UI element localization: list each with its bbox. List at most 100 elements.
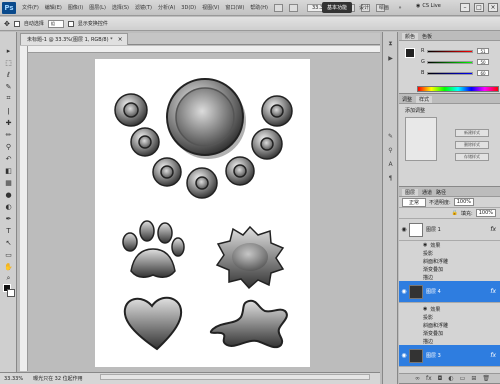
move-tool-icon[interactable]: ✥ [4,20,10,28]
bridge-icon[interactable] [273,3,283,12]
zoom-status[interactable]: 33.33% [4,376,23,382]
background-color-swatch[interactable] [7,289,15,297]
marquee-tool-icon[interactable]: ⬚ [3,58,14,67]
eyedropper-tool-icon[interactable]: ǀ [3,106,14,115]
tab-layers[interactable]: 图层 [402,188,419,196]
blue-value[interactable]: 60 [477,70,489,76]
shape-tool-icon[interactable]: ▭ [3,250,14,259]
red-value[interactable]: 51 [477,48,489,54]
tab-paths[interactable]: 路径 [436,189,446,196]
blue-slider[interactable] [427,71,473,75]
tab-channels[interactable]: 通道 [422,189,432,196]
fx-icon[interactable]: fx [490,352,496,359]
effect-item[interactable]: 斜面和浮雕 [423,257,448,265]
color-panel-foreground-swatch[interactable] [405,48,415,58]
close-document-icon[interactable]: × [118,36,123,43]
visibility-eye-icon[interactable]: ◉ [399,226,409,233]
effect-item[interactable]: 渐变叠加 [423,265,443,273]
zoom-tool-icon[interactable]: ⌕ [3,274,14,283]
document-canvas[interactable] [95,59,310,367]
layer-row-3[interactable]: ◉ 图层 3 fx [399,345,500,367]
blend-mode-select[interactable]: 正常 [402,197,427,207]
paragraph-panel-icon[interactable]: ¶ [386,174,395,182]
tab-color[interactable]: 颜色 [402,32,419,40]
lock-icons[interactable]: 🔒 [452,210,458,216]
menu-item-7[interactable]: 3D(D) [181,5,196,11]
lasso-tool-icon[interactable]: ℓ [3,70,14,79]
delete-layer-icon[interactable]: 🗑 [482,375,490,382]
green-value[interactable]: 50 [477,59,489,65]
minibridge-icon[interactable] [288,3,298,12]
menu-item-1[interactable]: 编辑(E) [45,4,62,11]
path-select-icon[interactable]: ↖ [3,238,14,247]
close-icon[interactable]: × [488,3,498,12]
hand-tool-icon[interactable]: ✋ [3,262,14,271]
menu-item-4[interactable]: 选择(S) [112,4,129,11]
tab-adjustments[interactable]: 调整 [402,96,412,103]
save-style-button[interactable]: 存储样式 [455,153,489,161]
workspace-paint-button[interactable]: 绘画 [376,2,392,13]
tab-styles[interactable]: 样式 [416,95,433,103]
workspace-basic-button[interactable]: 基本功能 [322,2,352,13]
effect-item[interactable]: 描边 [423,337,433,345]
transform-controls-checkbox[interactable] [67,20,74,27]
healing-brush-icon[interactable]: ✚ [3,118,14,127]
delete-style-button[interactable]: 删除样式 [455,141,489,149]
effect-item[interactable]: 投影 [423,249,433,257]
workspace-design-button[interactable]: 设计 [356,2,372,13]
brush-panel-icon[interactable]: ✎ [386,132,395,140]
visibility-eye-icon[interactable]: ◉ [399,352,409,359]
auto-select-checkbox[interactable] [13,20,20,27]
workspace-more-icon[interactable]: » [396,2,404,13]
clone-source-icon[interactable]: ⚲ [386,146,395,154]
menu-item-6[interactable]: 分析(A) [158,4,175,11]
crop-tool-icon[interactable]: ⌗ [3,94,14,103]
menu-item-2[interactable]: 图像(I) [68,4,83,11]
effect-item[interactable]: 描边 [423,273,433,281]
link-layers-icon[interactable]: ∞ [415,375,420,382]
type-tool-icon[interactable]: T [3,226,14,235]
menu-item-5[interactable]: 滤镜(T) [135,4,152,11]
document-tab[interactable]: 未标题-1 @ 33.3%(图层 1, RGB/8) * × [20,33,128,45]
eye-icon[interactable]: ◉ [423,306,427,312]
actions-panel-icon[interactable]: ▶ [386,54,395,62]
menu-item-10[interactable]: 帮助(H) [250,4,268,11]
clone-stamp-icon[interactable]: ⚲ [3,142,14,151]
fill-input[interactable]: 100% [475,209,496,217]
cs-live-button[interactable]: ◉ CS Live [416,3,441,9]
style-preset-grid[interactable] [405,117,437,161]
eraser-tool-icon[interactable]: ◧ [3,166,14,175]
history-panel-icon[interactable]: ⧗ [386,40,395,48]
new-style-button[interactable]: 新建样式 [455,129,489,137]
menu-item-8[interactable]: 视图(V) [202,4,219,11]
opacity-input[interactable]: 100% [453,198,474,206]
effect-item[interactable]: 斜面和浮雕 [423,321,448,329]
menu-item-3[interactable]: 图层(L) [89,4,106,11]
adjustment-layer-icon[interactable]: ◐ [448,375,453,382]
layer-row-1[interactable]: ◉ 图层 1 fx [399,219,500,241]
history-brush-icon[interactable]: ↶ [3,154,14,163]
character-panel-icon[interactable]: A [386,160,395,168]
red-slider[interactable] [427,49,473,53]
effect-item[interactable]: 渐变叠加 [423,329,443,337]
effects-group[interactable]: ◉ 效果 [423,305,440,313]
pen-tool-icon[interactable]: ✒ [3,214,14,223]
effects-group[interactable]: ◉ 效果 [423,241,440,249]
menu-item-0[interactable]: 文件(F) [22,4,39,11]
eye-icon[interactable]: ◉ [423,242,427,248]
fx-icon[interactable]: fx [490,226,496,233]
minimize-icon[interactable]: – [460,3,470,12]
dodge-tool-icon[interactable]: ◐ [3,202,14,211]
blur-tool-icon[interactable]: ● [3,190,14,199]
maximize-icon[interactable]: □ [474,3,484,12]
visibility-eye-icon[interactable]: ◉ [399,288,409,295]
fx-icon[interactable]: fx [490,288,496,295]
auto-select-dropdown[interactable]: 组 [47,19,64,28]
new-layer-icon[interactable]: ⊞ [471,375,476,382]
green-slider[interactable] [427,60,473,64]
brush-tool-icon[interactable]: ✏ [3,130,14,139]
menu-item-9[interactable]: 窗口(W) [225,4,244,11]
effect-item[interactable]: 投影 [423,313,433,321]
horizontal-scrollbar[interactable] [100,374,370,380]
gradient-tool-icon[interactable]: ▦ [3,178,14,187]
